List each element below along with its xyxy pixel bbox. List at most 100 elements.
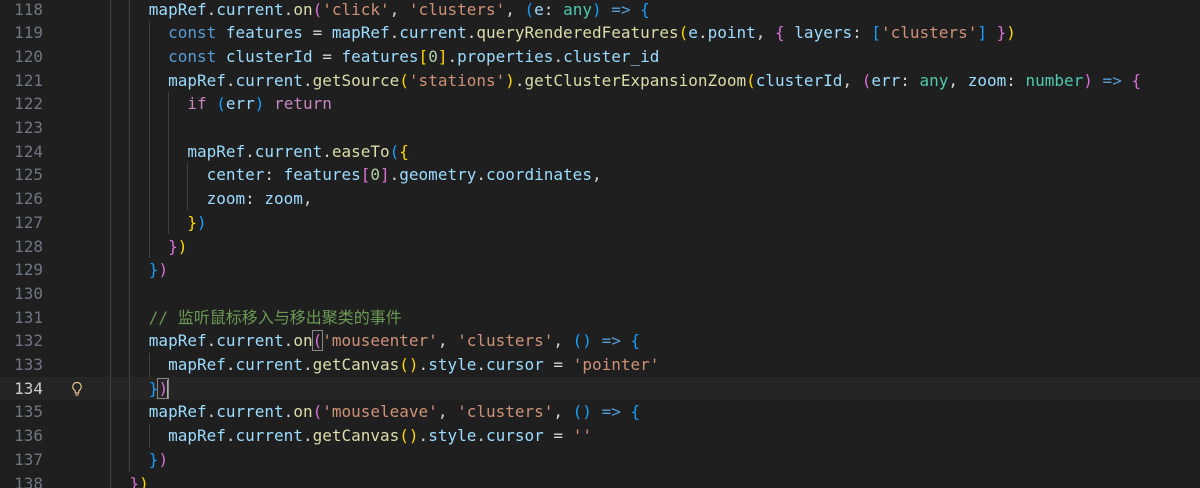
code-token: { <box>630 402 641 422</box>
code-token: ) <box>158 260 169 280</box>
code-line[interactable]: 134 }) <box>0 376 1200 401</box>
code-line[interactable]: 132 mapRef.current.on('mouseenter', 'clu… <box>0 329 1200 353</box>
code-token: mapRef <box>168 355 226 374</box>
code-token: number <box>1025 70 1084 90</box>
code-token: features <box>225 23 303 43</box>
code-token: => <box>591 331 631 351</box>
code-token: mapRef <box>148 331 207 351</box>
code-line[interactable]: 129 }) <box>0 258 1200 282</box>
code-token: , <box>553 331 573 351</box>
code-line[interactable]: 121 mapRef.current.getSource('stations')… <box>0 69 1200 93</box>
indent-guide <box>148 353 150 377</box>
code-token: . <box>302 355 313 374</box>
code-token: mapRef <box>168 70 226 90</box>
code-line[interactable]: 136 mapRef.current.getCanvas().style.cur… <box>0 424 1200 448</box>
lightbulb-icon[interactable] <box>70 377 84 401</box>
code-token: ( <box>216 94 226 114</box>
code-token: . <box>302 426 313 446</box>
code-token: current <box>399 23 467 43</box>
code-token: easeTo <box>331 141 390 161</box>
indent-guide <box>187 163 189 211</box>
code-text: mapRef.current.on('click', 'clusters', (… <box>91 0 650 21</box>
code-line[interactable]: 138 }) <box>0 472 1200 488</box>
code-token: mapRef <box>148 0 207 19</box>
code-token: 0 <box>370 165 380 185</box>
code-text: mapRef.current.on('mouseleave', 'cluster… <box>91 400 640 424</box>
code-token: { <box>399 141 409 161</box>
code-token: '' <box>572 426 592 446</box>
code-token: { <box>775 23 785 43</box>
code-token: . <box>322 141 332 161</box>
code-token: point <box>707 23 756 43</box>
line-number: 134 <box>14 378 43 398</box>
code-token: = <box>543 355 573 374</box>
code-token: , <box>302 189 313 209</box>
code-token: . <box>389 165 400 185</box>
code-token: e <box>688 23 698 43</box>
code-line[interactable]: 125 center: features[0].geometry.coordin… <box>0 163 1200 187</box>
code-token: ) <box>254 94 265 114</box>
line-number: 124 <box>14 141 43 161</box>
code-line[interactable]: 131 // 监听鼠标移入与移出聚类的事件 <box>0 306 1200 330</box>
code-line[interactable]: 135 mapRef.current.on('mouseleave', 'clu… <box>0 400 1200 424</box>
code-line[interactable]: 137 }) <box>0 448 1200 472</box>
code-token: . <box>447 46 458 66</box>
code-token: properties <box>457 46 554 66</box>
line-number: 131 <box>14 307 43 327</box>
code-line[interactable]: 127 }) <box>0 211 1200 235</box>
code-line[interactable]: 128 }) <box>0 235 1200 259</box>
code-token: = <box>312 46 342 66</box>
code-token: . <box>283 402 294 422</box>
code-token: = <box>302 23 332 43</box>
line-number: 135 <box>14 402 43 422</box>
code-text: if (err) return <box>91 92 332 116</box>
code-token: () <box>572 402 592 422</box>
code-line[interactable]: 126 zoom: zoom, <box>0 187 1200 211</box>
code-token: ( <box>399 70 409 90</box>
code-token: , <box>755 23 776 43</box>
code-token: getClusterExpansionZoom <box>524 70 747 90</box>
code-token: 'click' <box>322 0 390 19</box>
code-token: . <box>466 23 477 43</box>
line-number: 126 <box>14 189 43 209</box>
code-line[interactable]: 123 <box>0 116 1200 140</box>
code-line[interactable]: 133 mapRef.current.getCanvas().style.cur… <box>0 353 1200 377</box>
code-token: ] <box>380 165 390 185</box>
line-number: 119 <box>14 23 43 43</box>
code-line[interactable]: 130 <box>0 282 1200 306</box>
code-token: . <box>476 165 486 185</box>
code-token: : <box>1006 70 1026 90</box>
code-token: geometry <box>399 165 477 185</box>
code-token: ) <box>177 236 188 256</box>
code-token: on <box>293 0 313 19</box>
code-token: style <box>428 426 477 446</box>
code-token: . <box>206 402 217 422</box>
code-text: zoom: zoom, <box>91 187 313 211</box>
code-line[interactable]: 122 if (err) return <box>0 92 1200 116</box>
code-line[interactable]: 120 const clusterId = features[0].proper… <box>0 45 1200 69</box>
code-text: const features = mapRef.current.queryRen… <box>91 21 1016 45</box>
code-token: } <box>148 260 159 280</box>
code-token: style <box>428 355 477 374</box>
code-token: ( <box>678 23 689 43</box>
code-line[interactable]: 118 mapRef.current.on('click', 'clusters… <box>0 0 1200 21</box>
code-token: . <box>206 0 217 19</box>
code-line[interactable]: 119 const features = mapRef.current.quer… <box>0 21 1200 45</box>
code-token: ) <box>139 473 149 488</box>
code-token: ) <box>1006 23 1016 43</box>
code-line[interactable]: 124 mapRef.current.easeTo({ <box>0 140 1200 164</box>
code-token: () <box>572 331 592 351</box>
code-text: mapRef.current.getSource('stations').get… <box>91 69 1141 93</box>
code-token: current <box>235 355 303 374</box>
code-token: current <box>235 426 303 446</box>
code-editor[interactable]: 118 mapRef.current.on('click', 'clusters… <box>0 0 1200 488</box>
code-token: 'pointer' <box>572 355 660 374</box>
code-token: . <box>206 331 217 351</box>
code-token: err <box>871 70 901 90</box>
code-token: 0 <box>428 46 438 66</box>
indent-guide <box>148 21 150 259</box>
code-token: () <box>399 426 419 446</box>
